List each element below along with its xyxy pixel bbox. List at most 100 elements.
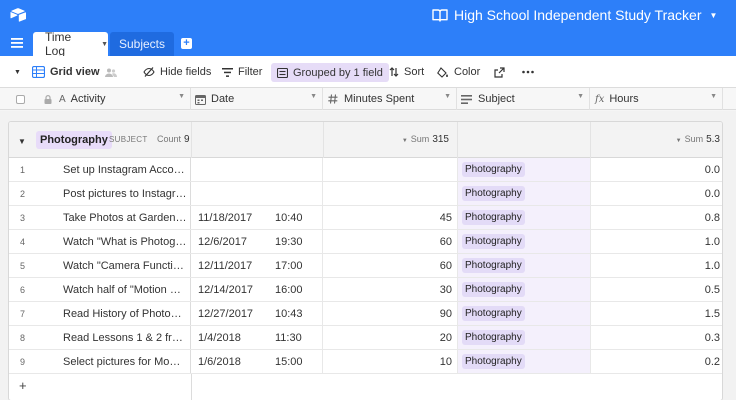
- minutes-summary[interactable]: ▼ Sum 315: [402, 134, 449, 145]
- minutes-cell[interactable]: 10: [324, 350, 458, 373]
- minutes-cell[interactable]: 30: [324, 278, 458, 301]
- row-number: 1: [20, 164, 26, 175]
- activity-cell[interactable]: Read History of Photography: [49, 302, 191, 325]
- color-button[interactable]: Color: [437, 56, 480, 88]
- hours-cell[interactable]: 1.5: [591, 302, 722, 325]
- column-header-minutes-spent[interactable]: Minutes Spent ▼: [323, 88, 457, 110]
- minutes-cell[interactable]: 60: [324, 254, 458, 277]
- add-record-icon[interactable]: +: [19, 378, 27, 393]
- airtable-logo-icon[interactable]: [10, 7, 26, 23]
- linked-record-pill[interactable]: Photography: [462, 354, 525, 369]
- tab-subjects[interactable]: Subjects: [110, 32, 174, 56]
- linked-record-pill[interactable]: Photography: [462, 162, 525, 177]
- hours-cell[interactable]: 0.2: [591, 350, 722, 373]
- add-record-row[interactable]: +: [9, 374, 722, 400]
- table-row[interactable]: 3 Take Photos at Garden of the Gods 11/18/…: [9, 206, 722, 230]
- minutes-cell[interactable]: [324, 158, 458, 181]
- subject-cell[interactable]: Photography: [458, 302, 591, 325]
- activity-cell[interactable]: Select pictures for Mom's book: [49, 350, 191, 373]
- linked-record-pill[interactable]: Photography: [462, 306, 525, 321]
- subject-cell[interactable]: Photography: [458, 326, 591, 349]
- activity-cell[interactable]: Watch "What is Photography": [49, 230, 191, 253]
- hide-fields-button[interactable]: Hide fields: [143, 56, 211, 88]
- tab-time-log[interactable]: Time Log ▼: [33, 30, 108, 58]
- select-all-checkbox[interactable]: [0, 88, 40, 110]
- collapse-group-icon[interactable]: ▼: [18, 137, 26, 146]
- date-cell[interactable]: [192, 182, 323, 205]
- subject-cell[interactable]: Photography: [458, 158, 591, 181]
- hours-cell[interactable]: 0.5: [591, 278, 722, 301]
- date-cell[interactable]: 12/27/2017 10:43: [192, 302, 323, 325]
- linked-record-pill[interactable]: Photography: [462, 234, 525, 249]
- hours-cell[interactable]: 1.0: [591, 230, 722, 253]
- base-title-menu[interactable]: High School Independent Study Tracker ▼: [432, 6, 717, 24]
- hours-cell[interactable]: 0.8: [591, 206, 722, 229]
- table-row[interactable]: 1 Set up Instagram Account Photography 0.0: [9, 158, 722, 182]
- column-header-date[interactable]: Date ▼: [191, 88, 323, 110]
- table-row[interactable]: 9Select pictures for Mom's book1/6/20181…: [9, 350, 722, 374]
- activity-cell[interactable]: Post pictures to Instagram: [49, 182, 191, 205]
- activity-cell[interactable]: Watch half of "Motion & Depth": [49, 278, 191, 301]
- chevron-down-icon[interactable]: ▼: [310, 93, 317, 100]
- share-view-button[interactable]: [494, 56, 510, 88]
- hours-cell[interactable]: 0.0: [591, 182, 722, 205]
- chevron-down-icon[interactable]: ▼: [444, 93, 451, 100]
- chevron-down-icon[interactable]: ▼: [577, 93, 584, 100]
- minutes-cell[interactable]: 45: [324, 206, 458, 229]
- linked-record-pill[interactable]: Photography: [462, 258, 525, 273]
- chevron-down-icon[interactable]: ▼: [101, 41, 108, 48]
- chevron-down-icon[interactable]: ▼: [178, 93, 185, 100]
- add-table-button[interactable]: +: [181, 38, 192, 49]
- view-switcher[interactable]: Grid view: [32, 56, 122, 88]
- table-row[interactable]: 7 Read History of Photography 12/27/2017 10…: [9, 302, 722, 326]
- table-row[interactable]: 5 Watch "Camera Functions" 12/11/2017 17:00…: [9, 254, 722, 278]
- chevron-down-icon[interactable]: ▼: [710, 93, 717, 100]
- date-cell[interactable]: 1/4/2018 11:30: [192, 326, 323, 349]
- subject-cell[interactable]: Photography: [458, 254, 591, 277]
- subject-cell[interactable]: Photography: [458, 230, 591, 253]
- group-header-minutes[interactable]: ▼ Sum 315: [324, 122, 458, 158]
- subject-cell[interactable]: Photography: [458, 350, 591, 373]
- checkbox[interactable]: [15, 94, 25, 104]
- date-cell[interactable]: 12/14/2017 16:00: [192, 278, 323, 301]
- hours-cell[interactable]: 0.0: [591, 158, 722, 181]
- subject-cell[interactable]: Photography: [458, 182, 591, 205]
- date-cell[interactable]: [192, 158, 323, 181]
- linked-record-pill[interactable]: Photography: [462, 210, 525, 225]
- linked-record-pill[interactable]: Photography: [462, 186, 525, 201]
- activity-cell[interactable]: Read Lessons 1 & 2 from Stanford: [49, 326, 191, 349]
- date-cell[interactable]: 11/18/2017 10:40: [192, 206, 323, 229]
- column-header-hours[interactable]: fx Hours ▼: [590, 88, 723, 110]
- activity-cell[interactable]: Watch "Camera Functions": [49, 254, 191, 277]
- column-header-subject[interactable]: Subject ▼: [457, 88, 590, 110]
- subject-cell[interactable]: Photography: [458, 278, 591, 301]
- subject-cell[interactable]: Photography: [458, 206, 591, 229]
- collapse-sidebar-icon[interactable]: ▼: [14, 69, 21, 76]
- linked-record-pill[interactable]: Photography: [462, 282, 525, 297]
- minutes-cell[interactable]: 60: [324, 230, 458, 253]
- group-button[interactable]: Grouped by 1 field: [271, 63, 389, 82]
- column-header-activity[interactable]: A Activity ▼: [40, 88, 191, 110]
- minutes-cell[interactable]: 20: [324, 326, 458, 349]
- filter-button[interactable]: Filter: [222, 56, 262, 88]
- activity-cell[interactable]: Take Photos at Garden of the Gods: [49, 206, 191, 229]
- table-row[interactable]: 4 Watch "What is Photography" 12/6/2017 19:…: [9, 230, 722, 254]
- activity-text: Set up Instagram Account: [63, 163, 187, 176]
- hours-cell[interactable]: 1.0: [591, 254, 722, 277]
- date-cell[interactable]: 12/6/2017 19:30: [192, 230, 323, 253]
- table-row[interactable]: 6 Watch half of "Motion & Depth" 12/14/201…: [9, 278, 722, 302]
- table-row[interactable]: 8 Read Lessons 1 & 2 from Stanford 1/4/201…: [9, 326, 722, 350]
- table-row[interactable]: 2 Post pictures to Instagram Photography 0.…: [9, 182, 722, 206]
- group-header-hours[interactable]: ▼ Sum 5.3: [591, 122, 722, 158]
- linked-record-pill[interactable]: Photography: [462, 330, 525, 345]
- menu-icon[interactable]: [11, 38, 23, 48]
- more-options-button[interactable]: [522, 56, 539, 88]
- activity-cell[interactable]: Set up Instagram Account: [49, 158, 191, 181]
- minutes-cell[interactable]: [324, 182, 458, 205]
- hours-summary[interactable]: ▼ Sum 5.3: [676, 134, 720, 145]
- date-cell[interactable]: 1/6/2018 15:00: [192, 350, 323, 373]
- date-cell[interactable]: 12/11/2017 17:00: [192, 254, 323, 277]
- sort-button[interactable]: Sort: [389, 56, 424, 88]
- hours-cell[interactable]: 0.3: [591, 326, 722, 349]
- minutes-cell[interactable]: 90: [324, 302, 458, 325]
